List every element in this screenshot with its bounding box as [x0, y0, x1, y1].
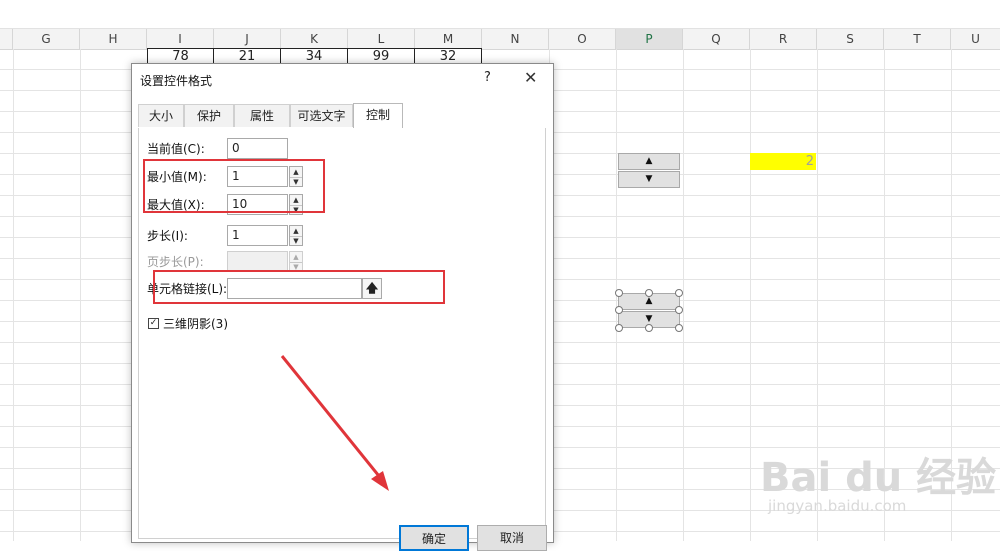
spinner-up-button[interactable]: ▲: [618, 153, 680, 170]
tab-control[interactable]: 控制: [353, 103, 403, 128]
column-header-T[interactable]: T: [884, 29, 951, 49]
column-header-N[interactable]: N: [482, 29, 549, 49]
column-header-P[interactable]: P: [616, 29, 683, 49]
resize-handle[interactable]: [675, 324, 683, 332]
help-icon[interactable]: ?: [484, 70, 491, 85]
baidu-watermark-url: jingyan.baidu.com: [768, 497, 907, 515]
highlight-box-cell-link: [153, 270, 445, 304]
column-header-O[interactable]: O: [549, 29, 616, 49]
column-header-H[interactable]: H: [80, 29, 147, 49]
corner-cell[interactable]: [0, 29, 13, 49]
column-header-L[interactable]: L: [348, 29, 415, 49]
column-header-I[interactable]: I: [147, 29, 214, 49]
shading-checkbox[interactable]: ✓: [148, 318, 159, 329]
current-value-input[interactable]: 0: [227, 138, 288, 159]
annotation-arrow: [280, 355, 389, 491]
column-header-G[interactable]: G: [13, 29, 80, 49]
format-control-dialog: 设置控件格式 ? ✕ 大小 保护 属性 可选文字 控制 当前值(C): 0 最小…: [131, 63, 554, 551]
resize-handle[interactable]: [675, 289, 683, 297]
dialog-title: 设置控件格式: [140, 74, 213, 88]
resize-handle[interactable]: [645, 289, 653, 297]
baidu-watermark: Bai du 经验: [760, 455, 997, 501]
step-spinner[interactable]: ▲ ▼: [289, 225, 303, 246]
tab-properties[interactable]: 属性: [234, 104, 290, 127]
resize-handle[interactable]: [615, 324, 623, 332]
grid-line: [683, 49, 684, 541]
resize-handle[interactable]: [675, 306, 683, 314]
step-input[interactable]: 1: [227, 225, 288, 246]
column-header-M[interactable]: M: [415, 29, 482, 49]
grid-line: [750, 49, 751, 541]
column-header-R[interactable]: R: [750, 29, 817, 49]
highlight-box-min-max: [143, 159, 325, 213]
column-header-row: G H I J K L M N O P Q R S T U: [0, 28, 1000, 50]
page-step-spinner: ▲ ▼: [289, 251, 303, 272]
spinner-down-button[interactable]: ▼: [618, 171, 680, 188]
column-header-S[interactable]: S: [817, 29, 884, 49]
grid-line: [80, 49, 81, 541]
current-value-label: 当前值(C):: [147, 142, 205, 156]
step-label: 步长(I):: [147, 229, 188, 243]
tab-alt-text[interactable]: 可选文字: [290, 104, 353, 127]
shading-label: 三维阴影(3): [163, 317, 228, 331]
linked-cell[interactable]: 2: [750, 153, 816, 170]
control-tab-panel: 当前值(C): 0 最小值(M): 1 ▲ ▼ 最大值(X): 10 ▲ ▼ 步长(…: [138, 128, 546, 539]
resize-handle[interactable]: [645, 324, 653, 332]
column-header-J[interactable]: J: [214, 29, 281, 49]
resize-handle[interactable]: [615, 306, 623, 314]
grid-line: [13, 49, 14, 541]
tab-bar: 大小 保护 属性 可选文字 控制: [138, 103, 544, 129]
toolbar-area: [0, 0, 1000, 28]
column-header-U[interactable]: U: [951, 29, 1000, 49]
resize-handle[interactable]: [615, 289, 623, 297]
close-icon[interactable]: ✕: [524, 68, 537, 87]
ok-button[interactable]: 确定: [399, 525, 469, 551]
column-header-Q[interactable]: Q: [683, 29, 750, 49]
tab-size[interactable]: 大小: [138, 104, 184, 127]
cancel-button[interactable]: 取消: [477, 525, 547, 551]
column-header-K[interactable]: K: [281, 29, 348, 49]
page-step-label: 页步长(P):: [147, 255, 204, 269]
tab-protection[interactable]: 保护: [184, 104, 234, 127]
page-step-input: [227, 251, 288, 272]
